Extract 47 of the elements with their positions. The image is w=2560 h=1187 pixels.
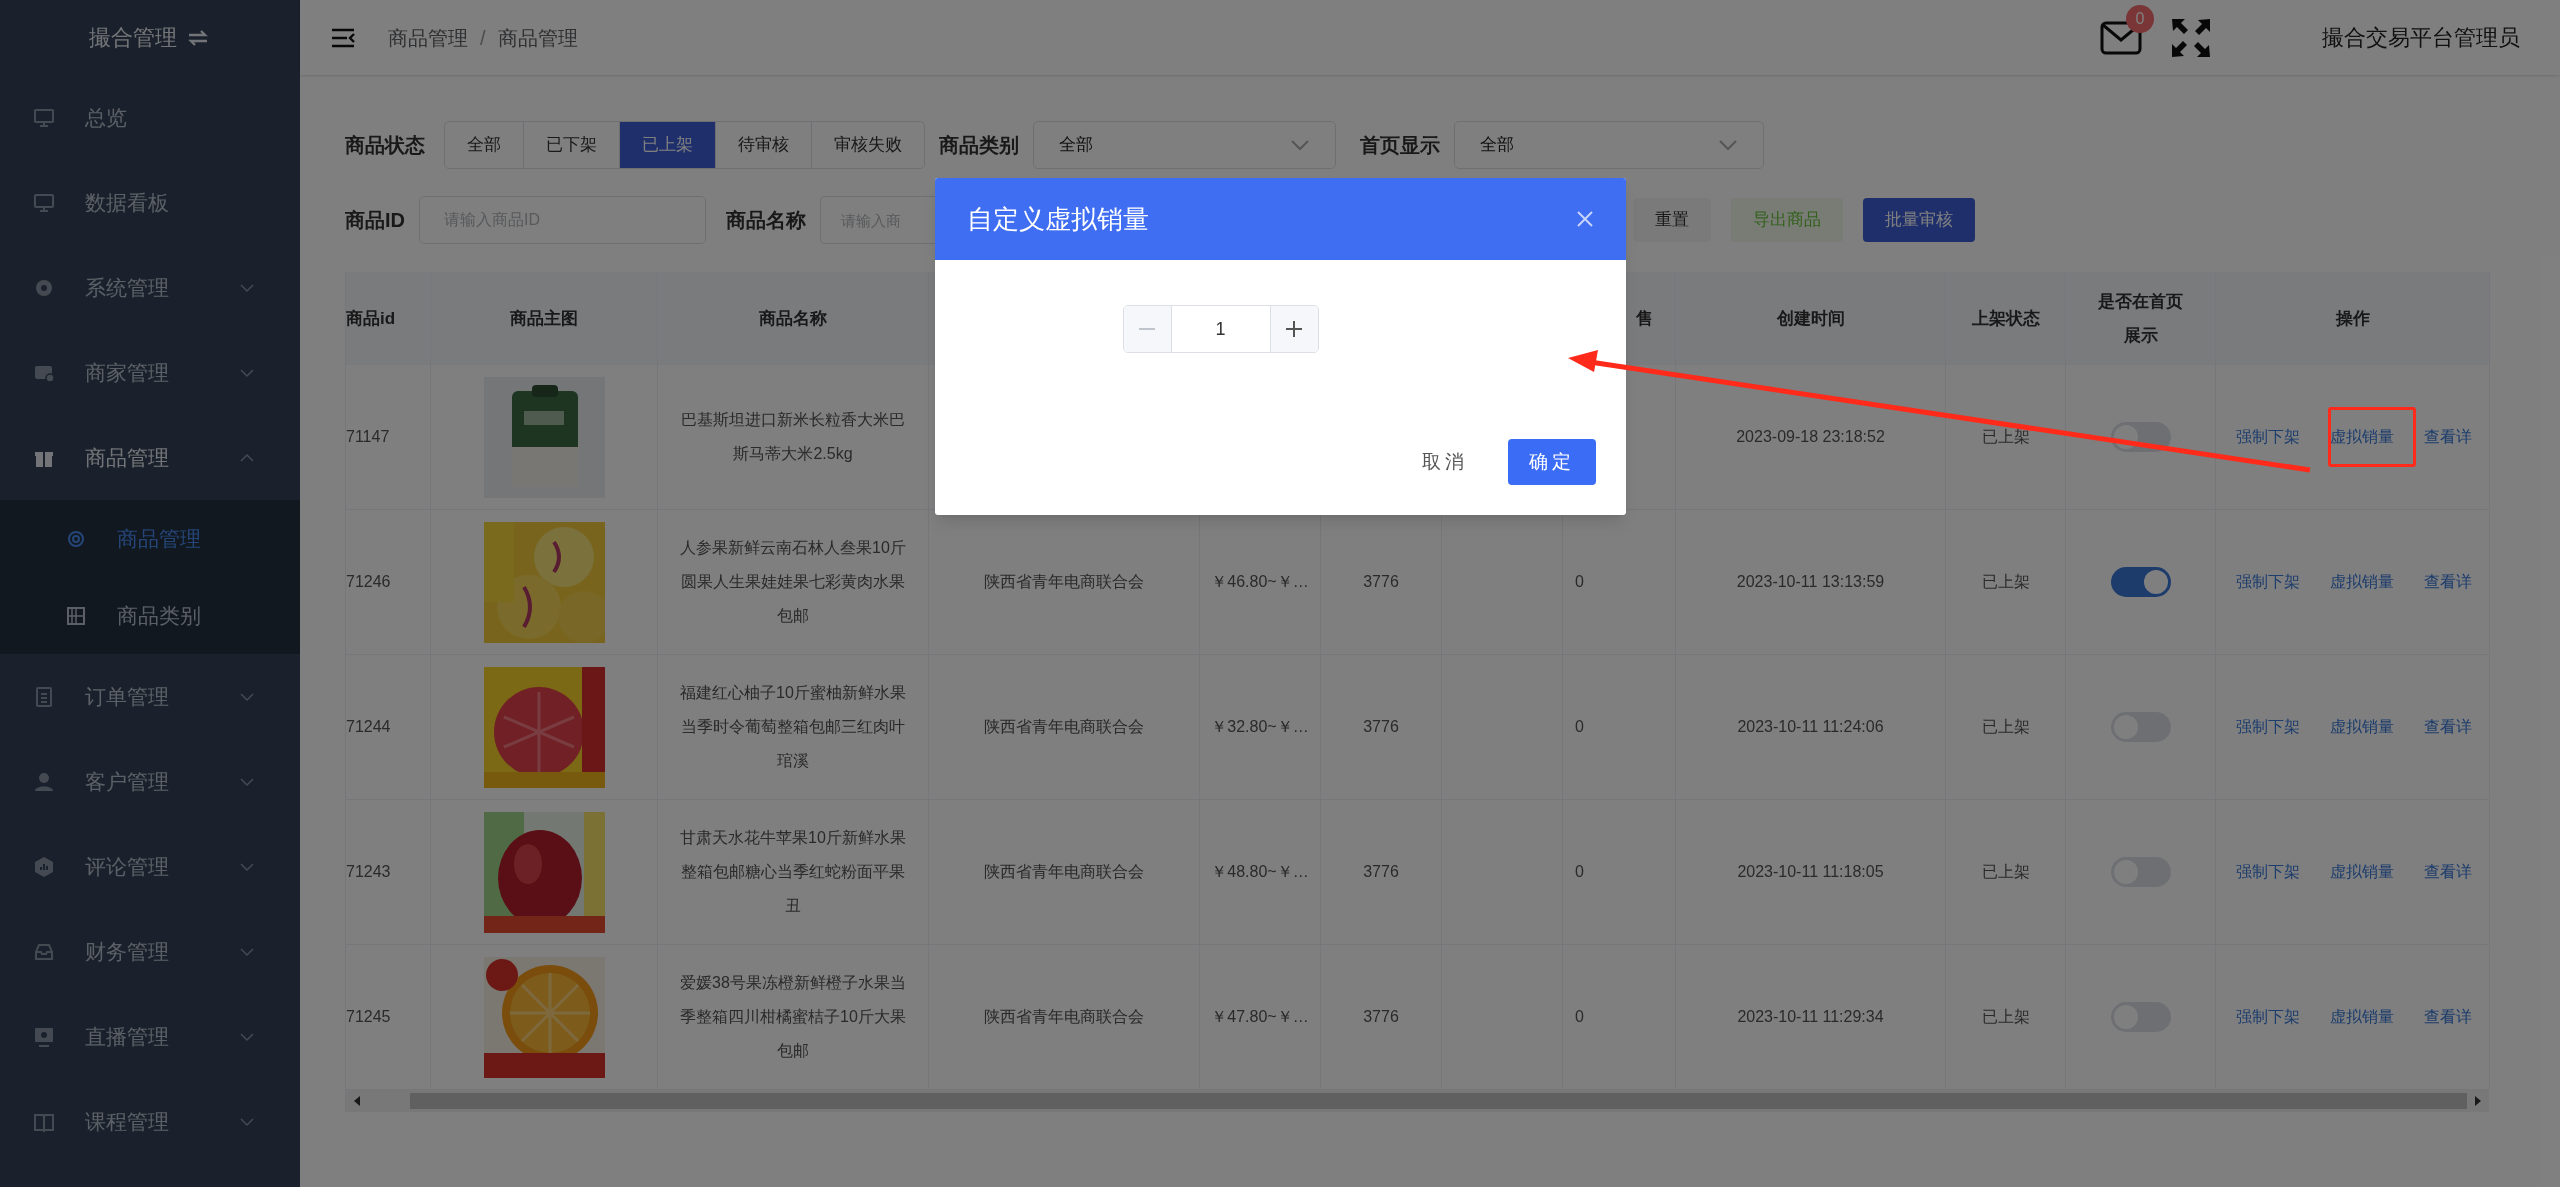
table-cell-text: ￥48.80~￥… [1211,862,1309,882]
table-cell-text: 陕西省青年电商联合会 [984,572,1144,592]
table-cell-text: ￥46.80~￥… [1211,572,1309,592]
table-cell-text: 已上架 [1981,1007,2030,1027]
select-value: 全部 [1059,134,1093,157]
table-cell-text: 陕西省青年电商联合会 [984,717,1144,737]
table-cell-text: 陕西省青年电商联合会 [984,1007,1144,1027]
table-cell-text: 已上架 [1981,862,2030,882]
table-cell-text: 甘肃天水花牛苹果10斤新鲜水果整箱包邮糖心当季红蛇粉面平果丑 [679,828,907,916]
table-cell-text: 巴基斯坦进口新米长粒香大米巴斯马蒂大米2.5kg [680,410,906,464]
filter-label: 商品名称 [726,208,806,233]
table-cell-text: 3776 [1363,572,1399,592]
filter-label: 商品状态 [345,133,425,158]
table-cell-text: ￥47.80~￥… [1211,1007,1309,1027]
filter-label: 商品类别 [939,133,1019,158]
sidebar-title: 撮合管理 [89,24,177,52]
table-cell-text: 71244 [346,717,391,737]
table-cell-text: 已上架 [1981,427,2030,447]
dialog-title: 自定义虚拟销量 [967,202,1149,236]
table-cell-text: 71246 [346,572,391,592]
table-cell-text: 2023-10-11 11:29:34 [1737,1007,1884,1027]
filter-label: 商品ID [345,208,405,233]
table-cell-text: 0 [1575,1007,1584,1027]
select-value: 全部 [1480,134,1514,157]
table-cell-text: 已上架 [1981,572,2030,592]
table-cell-text: 已上架 [1981,717,2030,737]
table-cell-text: 3776 [1363,717,1399,737]
table-cell-text: 2023-10-11 11:18:05 [1737,862,1884,882]
table-cell-text: 2023-09-18 23:18:52 [1736,427,1885,447]
filter-label: 首页显示 [1360,133,1440,158]
table-cell-text: 3776 [1363,1007,1399,1027]
table-cell-text: 0 [1575,862,1584,882]
table-cell-text: 2023-10-11 11:24:06 [1737,717,1884,737]
breadcrumb-separator: / [480,25,486,51]
table-cell-text: 0 [1575,717,1584,737]
table-cell-text: 陕西省青年电商联合会 [984,862,1144,882]
table-cell-text: 人参果新鲜云南石林人叁果10斤圆果人生果娃娃果七彩黄肉水果包邮 [679,538,907,626]
table-cell-text: 2023-10-11 13:13:59 [1736,572,1885,592]
notification-badge: 0 [2126,4,2154,33]
table-cell-text: 0 [1575,572,1584,592]
table-cell-text: 爱媛38号果冻橙新鲜橙子水果当季整箱四川柑橘蜜桔子10斤大果包邮 [679,973,907,1061]
table-cell-text: 福建红心柚子10斤蜜柚新鲜水果当季时令葡萄整箱包邮三红肉叶琯溪 [679,683,907,771]
table-cell-text: 71147 [346,427,390,447]
table-cell-text: 71243 [346,862,391,882]
table-cell-text: ￥32.80~￥… [1211,717,1309,737]
table-cell-text: 3776 [1363,862,1399,882]
table-cell-text: 71245 [346,1007,391,1027]
